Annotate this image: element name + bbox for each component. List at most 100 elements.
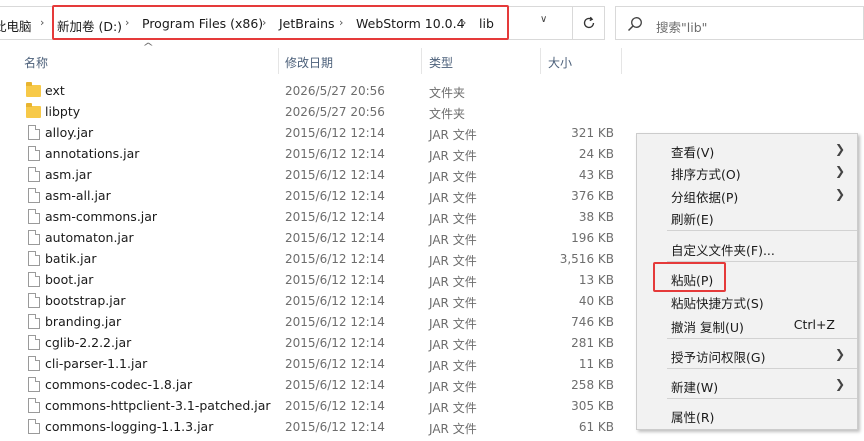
list-item[interactable]: asm-all.jar 2015/6/12 12:14 JAR 文件 376 KB [0, 185, 630, 206]
list-item[interactable]: alloy.jar 2015/6/12 12:14 JAR 文件 321 KB [0, 122, 630, 143]
list-item[interactable]: asm.jar 2015/6/12 12:14 JAR 文件 43 KB [0, 164, 630, 185]
menu-item-group-by[interactable]: 分组依据(P) ❯ [637, 183, 857, 205]
file-size: 11 KB [578, 357, 614, 371]
file-icon [28, 398, 40, 413]
file-type: JAR 文件 [429, 380, 477, 394]
file-type: JAR 文件 [429, 254, 477, 268]
list-item[interactable]: cli-parser-1.1.jar 2015/6/12 12:14 JAR 文件 1… [0, 353, 630, 374]
menu-item-label: 新建(W) [671, 380, 719, 395]
menu-divider [667, 368, 857, 369]
menu-item-give-access[interactable]: 授予访问权限(G) ❯ [637, 343, 857, 365]
file-name: commons-logging-1.1.3.jar [45, 419, 214, 434]
folder-icon [26, 103, 41, 118]
file-date: 2015/6/12 12:14 [285, 189, 385, 203]
menu-item-properties[interactable]: 属性(R) [637, 403, 857, 425]
chevron-right-icon: ❯ [834, 377, 845, 391]
file-icon [28, 272, 40, 287]
file-size: 24 KB [578, 147, 614, 161]
chevron-down-icon[interactable]: ∨ [540, 14, 547, 25]
column-header-name[interactable]: 名称 [0, 48, 278, 74]
refresh-icon [583, 16, 595, 29]
file-size: 321 KB [571, 126, 614, 140]
file-name: annotations.jar [45, 146, 140, 161]
file-date: 2015/6/12 12:14 [285, 126, 385, 140]
menu-item-new[interactable]: 新建(W) ❯ [637, 373, 857, 395]
breadcrumb-this-pc[interactable]: 此电脑 [0, 16, 32, 35]
list-item[interactable]: cglib-2.2.2.jar 2015/6/12 12:14 JAR 文件 281 … [0, 332, 630, 353]
column-header-date-label: 修改日期 [285, 56, 334, 70]
file-icon [28, 314, 40, 329]
file-size: 376 KB [571, 189, 614, 203]
menu-divider [667, 230, 857, 231]
file-date: 2015/6/12 12:14 [285, 231, 385, 245]
address-highlight-box [52, 5, 509, 40]
file-icon [28, 146, 40, 161]
folder-icon [26, 82, 41, 97]
list-item[interactable]: automaton.jar 2015/6/12 12:14 JAR 文件 196 KB [0, 227, 630, 248]
menu-item-label: 排序方式(O) [671, 167, 741, 182]
file-type: 文件夹 [429, 107, 466, 121]
list-item[interactable]: commons-codec-1.8.jar 2015/6/12 12:14 JAR … [0, 374, 630, 395]
file-name: asm-commons.jar [45, 209, 158, 224]
file-type: JAR 文件 [429, 212, 477, 226]
file-type: 文件夹 [429, 86, 466, 100]
file-name: commons-httpclient-3.1-patched.jar [45, 398, 271, 413]
file-size: 281 KB [571, 336, 614, 350]
menu-divider [667, 398, 857, 399]
file-type: JAR 文件 [429, 149, 477, 163]
search-placeholder: 搜索"lib" [656, 20, 708, 35]
menu-item-customize-folder[interactable]: 自定义文件夹(F)... [637, 236, 857, 258]
file-name: cli-parser-1.1.jar [45, 356, 148, 371]
menu-item-label: 分组依据(P) [671, 190, 739, 205]
file-name: automaton.jar [45, 230, 134, 245]
menu-item-view[interactable]: 查看(V) ❯ [637, 138, 857, 160]
file-icon [28, 125, 40, 140]
file-size: 258 KB [571, 378, 614, 392]
file-name: ext [45, 83, 65, 98]
file-type: JAR 文件 [429, 128, 477, 142]
list-item[interactable]: ext 2026/5/27 20:56 文件夹 [0, 80, 630, 101]
list-item[interactable]: branding.jar 2015/6/12 12:14 JAR 文件 746 KB [0, 311, 630, 332]
menu-item-paste-shortcut[interactable]: 粘贴快捷方式(S) [637, 289, 857, 311]
column-header-date[interactable]: 修改日期 [279, 48, 421, 74]
search-box[interactable]: 搜索"lib" [615, 6, 864, 40]
list-item[interactable]: boot.jar 2015/6/12 12:14 JAR 文件 13 KB [0, 269, 630, 290]
file-name: bootstrap.jar [45, 293, 126, 308]
list-item[interactable]: asm-commons.jar 2015/6/12 12:14 JAR 文件 38 K… [0, 206, 630, 227]
menu-item-label: 属性(R) [671, 410, 715, 425]
column-header-size-label: 大小 [548, 56, 573, 70]
file-date: 2015/6/12 12:14 [285, 378, 385, 392]
column-divider[interactable] [621, 48, 622, 74]
list-item[interactable]: commons-httpclient-3.1-patched.jar 2015/6… [0, 395, 630, 416]
file-type: JAR 文件 [429, 296, 477, 310]
file-icon [28, 209, 40, 224]
menu-item-refresh[interactable]: 刷新(E) [637, 205, 857, 227]
list-item[interactable]: annotations.jar 2015/6/12 12:14 JAR 文件 24 K… [0, 143, 630, 164]
file-name: asm.jar [45, 167, 92, 182]
file-icon [28, 419, 40, 434]
refresh-button[interactable] [572, 6, 605, 40]
menu-item-label: 自定义文件夹(F)... [671, 243, 775, 258]
toolbar: 此电脑 › 新加卷 (D:) › Program Files (x86) › J… [0, 0, 864, 48]
list-item[interactable]: batik.jar 2015/6/12 12:14 JAR 文件 3,516 KB [0, 248, 630, 269]
file-date: 2015/6/12 12:14 [285, 294, 385, 308]
menu-divider [667, 338, 857, 339]
column-header-size[interactable]: 大小 [541, 48, 621, 74]
menu-item-sort-by[interactable]: 排序方式(O) ❯ [637, 160, 857, 182]
file-date: 2015/6/12 12:14 [285, 336, 385, 350]
list-item[interactable]: libpty 2026/5/27 20:56 文件夹 [0, 101, 630, 122]
file-date: 2015/6/12 12:14 [285, 252, 385, 266]
column-header-type[interactable]: 类型 [422, 48, 540, 74]
menu-item-label: 撤消 复制(U) [671, 320, 744, 335]
menu-item-undo-copy[interactable]: 撤消 复制(U) Ctrl+Z [637, 313, 857, 335]
file-date: 2026/5/27 20:56 [285, 84, 385, 98]
list-item[interactable]: commons-logging-1.1.3.jar 2015/6/12 12:14… [0, 416, 630, 437]
file-name: branding.jar [45, 314, 122, 329]
file-size: 196 KB [571, 231, 614, 245]
file-size: 746 KB [571, 315, 614, 329]
breadcrumb-separator-icon[interactable]: › [40, 16, 44, 29]
menu-item-shortcut: Ctrl+Z [793, 317, 835, 332]
file-name: boot.jar [45, 272, 94, 287]
list-item[interactable]: bootstrap.jar 2015/6/12 12:14 JAR 文件 40 KB [0, 290, 630, 311]
file-icon [28, 251, 40, 266]
